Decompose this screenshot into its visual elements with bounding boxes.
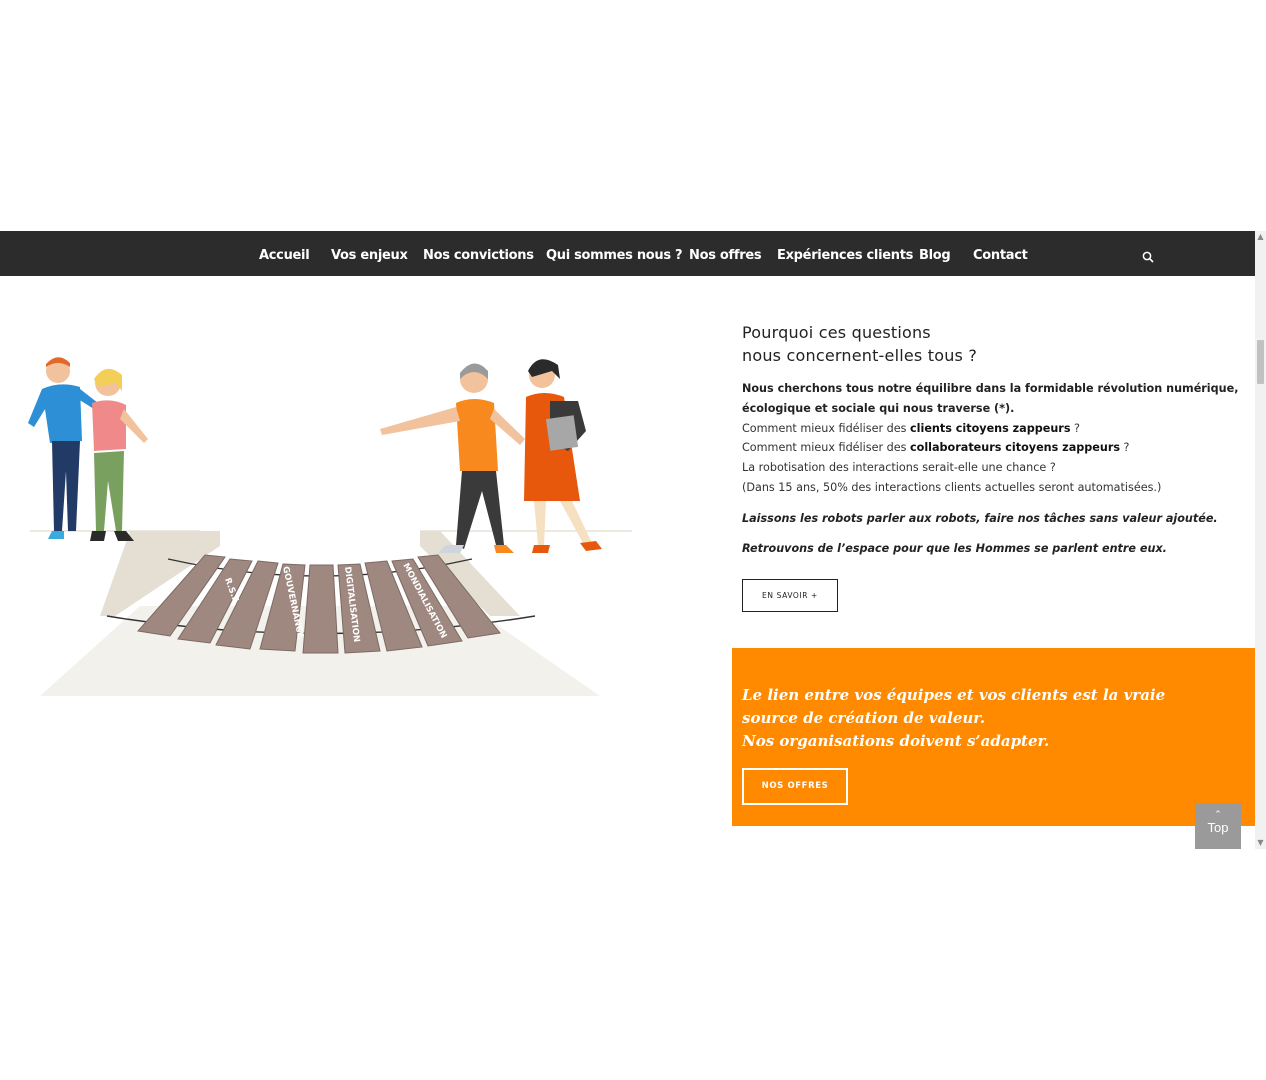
person-man-orange (380, 363, 525, 553)
italic-hommes: Retrouvons de l’espace pour que les Homm… (742, 541, 1167, 555)
nav-item-experiences-clients[interactable]: Expériences clients (777, 231, 913, 276)
bold-clients: clients citoyens zappeurs (910, 421, 1071, 435)
orange-cta-block: Le lien entre vos équipes et vos clients… (732, 648, 1255, 826)
nav-item-qui-sommes-nous[interactable]: Qui sommes nous ? (546, 231, 683, 276)
question-clients: Comment mieux fidéliser des clients cito… (742, 421, 1080, 435)
person-man-blue (28, 357, 98, 539)
main-navbar: Accueil Vos enjeux Nos convictions Qui s… (0, 231, 1255, 276)
search-icon[interactable] (1142, 251, 1154, 263)
vertical-scrollbar[interactable]: ▲ ▼ (1255, 231, 1266, 849)
section-title: Pourquoi ces questions nous concernent-e… (742, 321, 1247, 367)
orange-quote-line2: Nos organisations doivent s’adapter. (742, 732, 1050, 750)
nav-item-accueil[interactable]: Accueil (259, 231, 310, 276)
person-woman-dress (524, 359, 602, 553)
top-label: Top (1207, 820, 1229, 835)
bold-collaborateurs: collaborateurs citoyens zappeurs (910, 441, 1120, 455)
nav-item-nos-offres[interactable]: Nos offres (689, 231, 762, 276)
page-viewport: Accueil Vos enjeux Nos convictions Qui s… (0, 231, 1255, 849)
section-title-line1: Pourquoi ces questions (742, 323, 931, 342)
chevron-up-icon: ⌃ (1214, 810, 1222, 820)
person-woman-blonde (90, 368, 148, 541)
back-to-top-button[interactable]: ⌃ Top (1195, 803, 1241, 849)
scrollbar-thumb[interactable] (1257, 340, 1264, 384)
nav-item-nos-convictions[interactable]: Nos convictions (423, 231, 534, 276)
question-robotisation: La robotisation des interactions serait-… (742, 461, 1056, 475)
orange-quote-line1: Le lien entre vos équipes et vos clients… (742, 686, 1166, 727)
bridge-planks (137, 554, 501, 654)
scroll-up-arrow-icon[interactable]: ▲ (1255, 231, 1266, 243)
nav-item-blog[interactable]: Blog (919, 231, 951, 276)
scroll-down-arrow-icon[interactable]: ▼ (1255, 837, 1266, 849)
orange-quote: Le lien entre vos équipes et vos clients… (742, 684, 1212, 753)
question-collaborateurs: Comment mieux fidéliser des collaborateu… (742, 441, 1130, 455)
section-title-line2: nous concernent-elles tous ? (742, 346, 978, 365)
bridge-illustration: R.S.E. GOUVERNANCE DIGITALISATION MONDIA… (28, 357, 632, 696)
intro-paragraph: Nous cherchons tous notre équilibre dans… (742, 382, 1239, 415)
italic-robots: Laissons les robots parler aux robots, f… (742, 511, 1218, 525)
en-savoir-plus-button[interactable]: EN SAVOIR + (742, 579, 838, 612)
nav-item-contact[interactable]: Contact (973, 231, 1028, 276)
nos-offres-button[interactable]: NOS OFFRES (742, 768, 848, 805)
note-automatisation: (Dans 15 ans, 50% des interactions clien… (742, 480, 1162, 494)
nav-item-vos-enjeux[interactable]: Vos enjeux (331, 231, 408, 276)
why-section: Pourquoi ces questions nous concernent-e… (742, 321, 1247, 558)
